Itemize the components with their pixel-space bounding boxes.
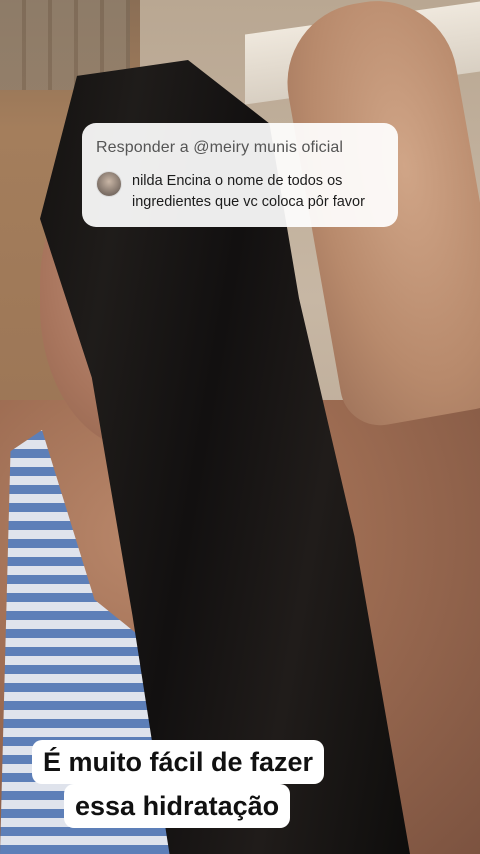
reply-comment-row: nilda Encina o nome de todos os ingredie…: [96, 171, 384, 213]
reply-header: Responder a @meiry munis oficial: [96, 139, 344, 156]
reply-comment-text: nilda Encina o nome de todos os ingredie…: [132, 173, 365, 210]
caption-line-2: essa hidratação: [64, 784, 291, 828]
avatar: [96, 171, 122, 197]
reply-comment-card[interactable]: Responder a @meiry munis oficial nilda E…: [82, 123, 398, 227]
caption-line-1: É muito fácil de fazer: [32, 740, 325, 784]
